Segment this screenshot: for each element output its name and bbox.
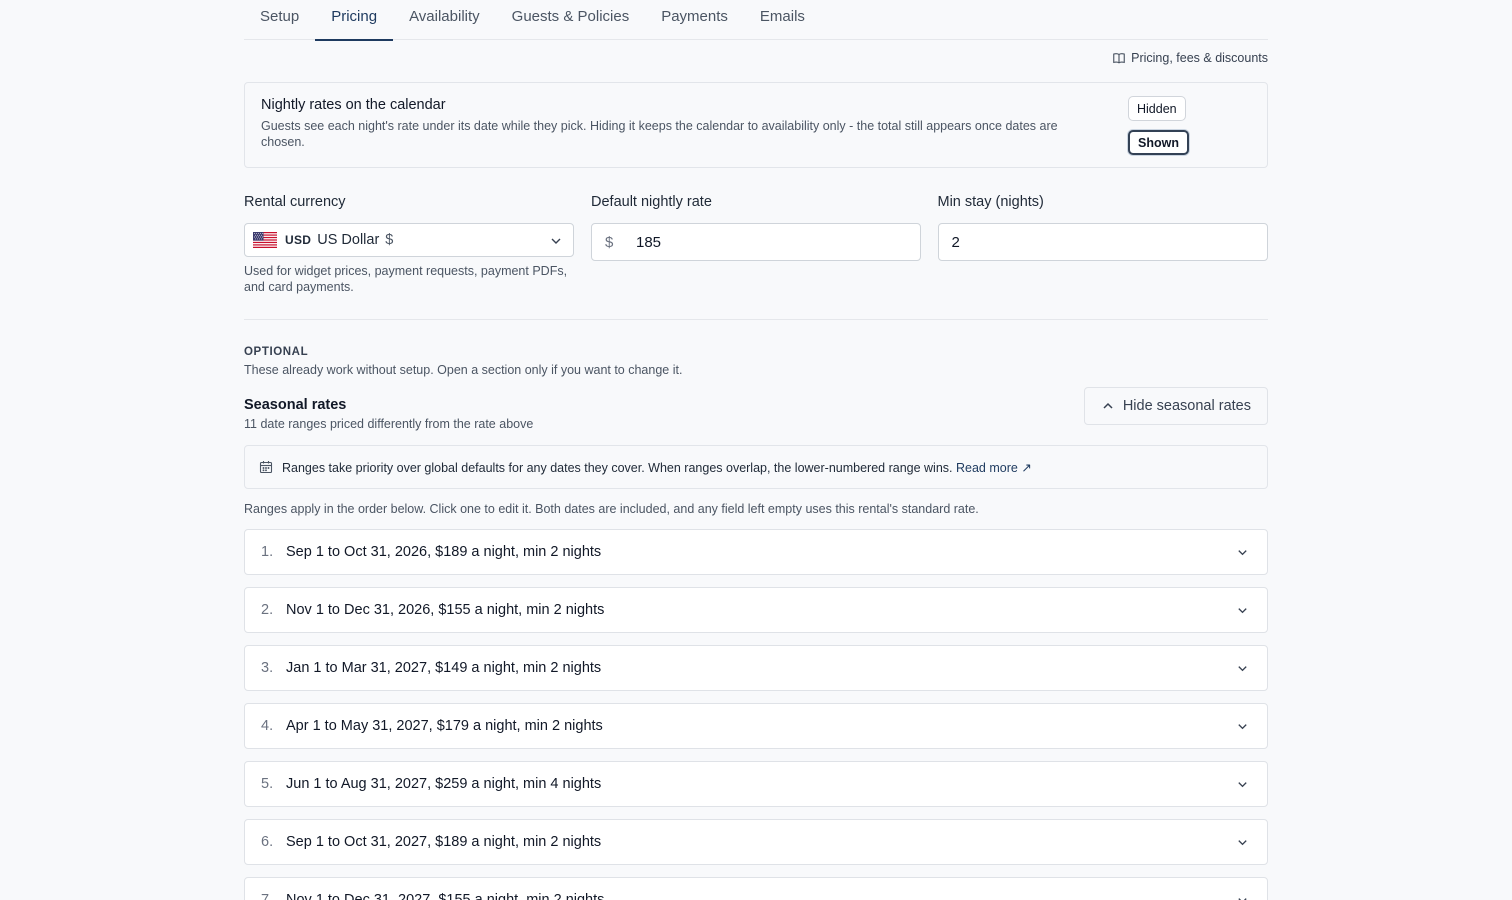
range-summary: Nov 1 to Dec 31, 2027, $155 a night, min…	[286, 892, 605, 900]
calendar-rates-card: Nightly rates on the calendar Guests see…	[244, 82, 1268, 168]
seasonal-rates-header: Seasonal rates 11 date ranges priced dif…	[244, 387, 1268, 445]
chevron-down-icon	[1238, 666, 1247, 672]
range-number: 5.	[261, 776, 274, 792]
seasonal-ranges-list: 1. Sep 1 to Oct 31, 2026, $189 a night, …	[244, 529, 1268, 900]
range-item-6[interactable]: 6. Sep 1 to Oct 31, 2027, $189 a night, …	[244, 819, 1268, 865]
min-stay-value: 2	[951, 233, 960, 251]
range-item-1[interactable]: 1. Sep 1 to Oct 31, 2026, $189 a night, …	[244, 529, 1268, 575]
chevron-down-icon	[1238, 840, 1247, 846]
range-summary: Jan 1 to Mar 31, 2027, $149 a night, min…	[286, 660, 602, 676]
range-summary: Sep 1 to Oct 31, 2026, $189 a night, min…	[286, 544, 602, 560]
range-item-2[interactable]: 2. Nov 1 to Dec 31, 2026, $155 a night, …	[244, 587, 1268, 633]
chevron-down-icon	[1238, 898, 1247, 900]
range-number: 1.	[261, 544, 274, 560]
pricing-docs-link[interactable]: Pricing, fees & discounts	[1112, 51, 1268, 65]
range-summary: Nov 1 to Dec 31, 2026, $155 a night, min…	[286, 602, 605, 618]
nightly-rate-field: Default nightly rate $ 185	[591, 194, 921, 295]
nightly-rate-value: 185	[636, 233, 662, 251]
doc-link-row: Pricing, fees & discounts	[244, 40, 1268, 76]
min-stay-label: Min stay (nights)	[937, 194, 1044, 210]
section-divider	[244, 319, 1268, 320]
calendar-rates-description: Guests see each night's rate under its d…	[261, 119, 1058, 149]
range-number: 7.	[261, 892, 274, 900]
currency-name: US Dollar	[317, 232, 380, 248]
currency-select[interactable]: USD US Dollar $	[244, 223, 574, 257]
range-item-4[interactable]: 4. Apr 1 to May 31, 2027, $179 a night, …	[244, 703, 1268, 749]
range-number: 3.	[261, 660, 274, 676]
min-stay-field: Min stay (nights) 2	[937, 194, 1268, 295]
currency-symbol: $	[385, 232, 394, 248]
notice-body: Ranges take priority over global default…	[282, 460, 953, 475]
pricing-docs-link-label: Pricing, fees & discounts	[1131, 51, 1268, 65]
nightly-rate-prefix: $	[605, 233, 614, 251]
range-item-7[interactable]: 7. Nov 1 to Dec 31, 2027, $155 a night, …	[244, 877, 1268, 900]
currency-code: USD	[285, 233, 312, 247]
currency-help-text: Used for widget prices, payment requests…	[244, 264, 568, 294]
tab-emails[interactable]: Emails	[744, 0, 821, 40]
book-icon	[1113, 53, 1125, 64]
tab-pricing[interactable]: Pricing	[315, 0, 393, 41]
notice-text: Ranges take priority over global default…	[282, 460, 1032, 475]
chevron-down-icon	[1238, 608, 1247, 614]
shown-option-button[interactable]: Shown	[1128, 130, 1189, 155]
range-summary: Apr 1 to May 31, 2027, $179 a night, min…	[286, 718, 603, 734]
chevron-down-icon	[551, 238, 561, 244]
read-more-link[interactable]: Read more ↗	[956, 461, 1032, 475]
range-item-5[interactable]: 5. Jun 1 to Aug 31, 2027, $259 a night, …	[244, 761, 1268, 807]
hide-seasonal-rates-button[interactable]: Hide seasonal rates	[1083, 387, 1268, 425]
currency-label: Rental currency	[244, 194, 346, 210]
tab-guests-policies[interactable]: Guests & Policies	[496, 0, 646, 40]
hidden-option-button[interactable]: Hidden	[1128, 96, 1186, 121]
pricing-fields: Rental currency USD US Dollar $ Used for…	[244, 194, 1268, 295]
hide-seasonal-rates-label: Hide seasonal rates	[1122, 398, 1251, 414]
ranges-order-note: Ranges apply in the order below. Click o…	[244, 502, 979, 516]
calendar-rates-title: Nightly rates on the calendar	[261, 97, 446, 113]
nightly-rate-input[interactable]: $ 185	[591, 223, 921, 261]
tab-availability[interactable]: Availability	[393, 0, 496, 40]
chevron-down-icon	[1238, 782, 1247, 788]
tab-bar: Setup Pricing Availability Guests & Poli…	[244, 0, 1268, 41]
range-summary: Sep 1 to Oct 31, 2027, $189 a night, min…	[286, 834, 602, 850]
min-stay-input[interactable]: 2	[937, 223, 1268, 261]
seasonal-priority-notice: Ranges take priority over global default…	[244, 445, 1268, 489]
optional-label: OPTIONAL	[244, 346, 309, 358]
range-summary: Jun 1 to Aug 31, 2027, $259 a night, min…	[286, 776, 602, 792]
pricing-page: Setup Pricing Availability Guests & Poli…	[244, 0, 1268, 900]
chevron-up-icon	[1103, 402, 1113, 409]
tab-setup[interactable]: Setup	[244, 0, 315, 40]
us-flag-icon	[253, 232, 277, 248]
range-number: 2.	[261, 602, 274, 618]
range-number: 4.	[261, 718, 274, 734]
optional-description: These already work without setup. Open a…	[244, 363, 683, 377]
chevron-down-icon	[1238, 724, 1247, 730]
nightly-rate-label: Default nightly rate	[591, 194, 712, 210]
calendar-rates-toggle: Hidden Shown	[1128, 96, 1189, 155]
currency-field: Rental currency USD US Dollar $ Used for…	[244, 194, 574, 295]
calendar-icon	[259, 461, 273, 474]
range-item-3[interactable]: 3. Jan 1 to Mar 31, 2027, $149 a night, …	[244, 645, 1268, 691]
range-number: 6.	[261, 834, 274, 850]
chevron-down-icon	[1238, 550, 1247, 556]
tab-payments[interactable]: Payments	[645, 0, 744, 40]
